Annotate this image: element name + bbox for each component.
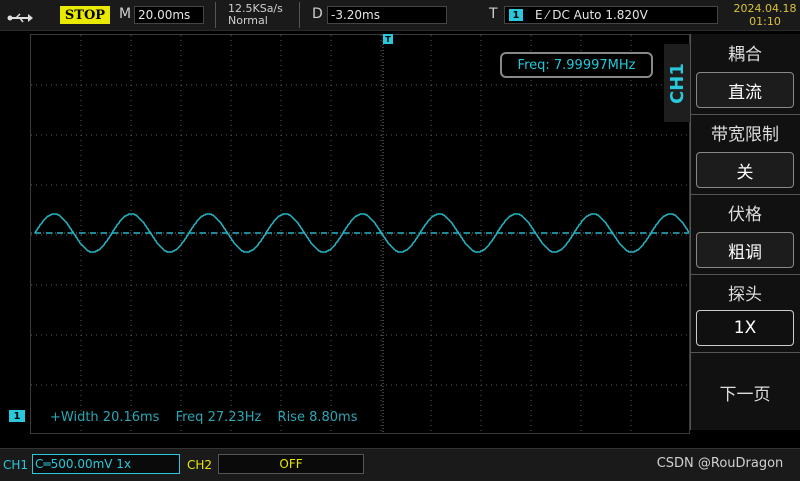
time: 01:10 xyxy=(749,15,781,28)
trigger-channel-badge: 1 xyxy=(509,9,523,21)
usb-icon xyxy=(6,9,34,23)
sample-rate: 12.5KSa/s Normal xyxy=(228,3,283,27)
divider xyxy=(690,274,800,275)
watermark: CSDN @RouDragon xyxy=(656,456,784,471)
ch2-label: CH2 xyxy=(187,458,213,472)
timebase-label: M xyxy=(119,6,132,22)
date: 2024.04.18 xyxy=(733,2,797,15)
bandwidth-limit-title: 带宽限制 xyxy=(711,125,779,145)
acq-mode: Normal xyxy=(228,14,268,27)
ch1-settings[interactable]: C═500.00mV 1x xyxy=(32,454,180,474)
ch2-settings[interactable]: OFF xyxy=(218,454,364,474)
measure-rise: Rise 8.80ms xyxy=(277,410,358,425)
trigger-position-marker[interactable]: T xyxy=(383,34,393,44)
next-page-button[interactable]: 下一页 xyxy=(690,380,800,405)
datetime: 2024.04.18 01:10 xyxy=(730,2,800,30)
divider xyxy=(690,194,800,195)
delay-field[interactable]: -3.20ms xyxy=(327,6,447,24)
side-menu: 耦合 直流 带宽限制 关 伏格 粗调 探头 1X 下一页 xyxy=(690,34,800,430)
timebase-field[interactable]: 20.00ms xyxy=(134,6,204,24)
divider xyxy=(690,352,800,353)
measure-freq: Freq 27.23Hz xyxy=(175,410,262,425)
divider xyxy=(299,2,300,28)
delay-label: D xyxy=(312,6,323,22)
coupling-button[interactable]: 直流 xyxy=(696,72,794,108)
measurement-readouts: +Width 20.16ms Freq 27.23Hz Rise 8.80ms xyxy=(50,410,369,425)
waveform-display[interactable] xyxy=(30,34,690,434)
run-stop-button[interactable]: STOP xyxy=(60,6,110,24)
trigger-info: E ⁄ DC Auto 1.820V xyxy=(535,8,648,22)
probe-title: 探头 xyxy=(728,285,762,305)
probe-button[interactable]: 1X xyxy=(696,310,794,346)
coupling-title: 耦合 xyxy=(728,45,762,65)
status-bar: STOP M 20.00ms 12.5KSa/s Normal D -3.20m… xyxy=(0,0,800,31)
trigger-field[interactable]: 1 E ⁄ DC Auto 1.820V xyxy=(504,6,718,24)
waveform-grid xyxy=(31,35,689,433)
channel-tab[interactable]: CH1 xyxy=(664,44,690,122)
ch1-ground-marker[interactable]: 1 xyxy=(9,410,25,422)
divider xyxy=(690,114,800,115)
trigger-label: T xyxy=(489,6,498,22)
bandwidth-limit-button[interactable]: 关 xyxy=(696,152,794,188)
channel-tab-label: CH1 xyxy=(666,62,688,104)
frequency-counter: Freq: 7.99997MHz xyxy=(500,52,653,78)
volts-div-title: 伏格 xyxy=(728,205,762,225)
volts-div-button[interactable]: 粗调 xyxy=(696,232,794,268)
divider xyxy=(215,2,216,28)
measure-width: +Width 20.16ms xyxy=(50,410,160,425)
ch1-label: CH1 xyxy=(3,458,29,472)
